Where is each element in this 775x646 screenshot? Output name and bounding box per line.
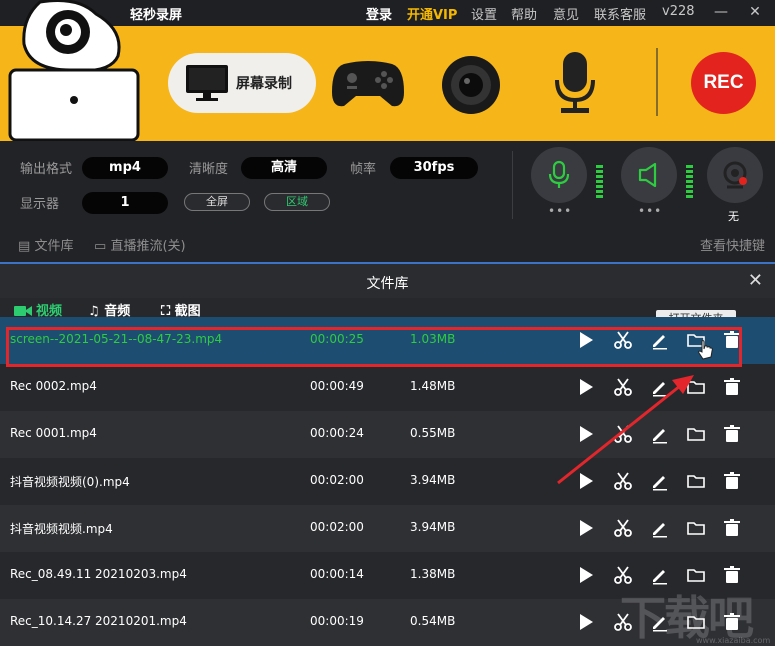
- file-name: Rec_10.14.27 20210201.mp4: [10, 614, 187, 628]
- edit-icon[interactable]: [650, 377, 670, 397]
- speaker-icon: [638, 162, 657, 188]
- camera-none-label: 无: [728, 210, 739, 223]
- table-row[interactable]: 抖音视频视频.mp4 00:02:00 3.94MB: [0, 505, 775, 552]
- gamepad-icon[interactable]: [330, 58, 406, 110]
- speaker-more-icon[interactable]: •••: [638, 204, 662, 218]
- file-library-icon: ▤: [18, 239, 31, 254]
- folder-icon[interactable]: [686, 424, 706, 444]
- file-size: 0.55MB: [410, 426, 456, 440]
- feedback-link[interactable]: 意见: [553, 4, 579, 23]
- file-duration: 00:00:14: [310, 567, 364, 581]
- file-name: Rec 0001.mp4: [10, 426, 97, 440]
- mic-more-icon[interactable]: •••: [548, 204, 572, 218]
- play-icon[interactable]: [576, 518, 596, 538]
- support-link[interactable]: 联系客服: [594, 4, 646, 23]
- help-link[interactable]: 帮助: [511, 4, 537, 23]
- play-icon[interactable]: [576, 471, 596, 491]
- file-size: 3.94MB: [410, 473, 456, 487]
- file-duration: 00:02:00: [310, 520, 364, 534]
- minimize-icon[interactable]: —: [710, 2, 732, 22]
- settings-link[interactable]: 设置: [471, 4, 497, 23]
- table-row[interactable]: Rec 0002.mp4 00:00:49 1.48MB: [0, 364, 775, 411]
- quality-select[interactable]: 高清: [241, 157, 327, 179]
- scissors-icon[interactable]: [613, 471, 633, 491]
- settings-panel: 输出格式 mp4 清晰度 高清 帧率 30fps 显示器 1 全屏 区域 •••…: [0, 141, 775, 226]
- speaker-toggle-button[interactable]: [621, 147, 677, 203]
- fullscreen-button[interactable]: 全屏: [184, 193, 250, 211]
- mic-toggle-button[interactable]: [531, 147, 587, 203]
- file-size: 1.48MB: [410, 379, 456, 393]
- region-button[interactable]: 区域: [264, 193, 330, 211]
- folder-icon[interactable]: [686, 377, 706, 397]
- file-size: 3.94MB: [410, 520, 456, 534]
- annotation-highlight: [6, 327, 742, 367]
- livestream-label: 直播推流(关): [110, 239, 186, 254]
- settings-divider: [512, 151, 513, 219]
- edit-icon[interactable]: [650, 471, 670, 491]
- scissors-icon[interactable]: [613, 377, 633, 397]
- edit-icon[interactable]: [650, 424, 670, 444]
- library-title: 文件库: [366, 276, 409, 292]
- table-row[interactable]: Rec 0001.mp4 00:00:24 0.55MB: [0, 411, 775, 458]
- sub-nav: ▤ 文件库 ▭ 直播推流(关) 查看快捷键: [0, 226, 775, 262]
- file-duration: 00:00:49: [310, 379, 364, 393]
- vip-link[interactable]: 开通VIP: [407, 4, 457, 23]
- login-link[interactable]: 登录: [366, 4, 392, 23]
- play-icon[interactable]: [576, 377, 596, 397]
- rec-button[interactable]: REC: [691, 52, 756, 114]
- trash-icon[interactable]: [722, 424, 742, 444]
- mascot-logo: [8, 0, 140, 141]
- folder-icon[interactable]: [686, 518, 706, 538]
- mic-small-icon: [548, 160, 570, 188]
- trash-icon[interactable]: [722, 377, 742, 397]
- folder-icon[interactable]: [686, 471, 706, 491]
- play-icon[interactable]: [576, 612, 596, 632]
- file-name: 抖音视频视频.mp4: [10, 522, 113, 536]
- webcam-toggle-button[interactable]: [707, 147, 763, 203]
- close-icon[interactable]: ✕: [748, 270, 763, 291]
- speaker-level-meter: [686, 165, 693, 200]
- play-icon[interactable]: [576, 424, 596, 444]
- fps-select[interactable]: 30fps: [390, 157, 478, 179]
- mic-level-meter: [596, 165, 603, 200]
- camera-icon[interactable]: [440, 54, 502, 116]
- file-library-tab[interactable]: ▤ 文件库: [18, 235, 73, 254]
- screen-record-button[interactable]: 屏幕录制: [168, 53, 316, 113]
- format-label: 输出格式: [20, 162, 73, 177]
- tv-icon: ▭: [94, 239, 107, 254]
- close-window-icon[interactable]: ✕: [744, 2, 766, 22]
- library-header: 文件库 ✕: [0, 262, 775, 298]
- table-row[interactable]: 抖音视频视频(0).mp4 00:02:00 3.94MB: [0, 458, 775, 505]
- microphone-icon[interactable]: [551, 50, 599, 116]
- shortcuts-link[interactable]: 查看快捷键: [700, 235, 765, 254]
- file-name: Rec_08.49.11 20210203.mp4: [10, 567, 187, 581]
- monitor-icon: [186, 65, 228, 101]
- scissors-icon[interactable]: [613, 424, 633, 444]
- file-library-label: 文件库: [34, 239, 74, 254]
- play-icon[interactable]: [576, 565, 596, 585]
- file-size: 1.38MB: [410, 567, 456, 581]
- trash-icon[interactable]: [722, 518, 742, 538]
- file-duration: 00:00:19: [310, 614, 364, 628]
- fps-label: 帧率: [350, 162, 377, 177]
- file-name: Rec 0002.mp4: [10, 379, 97, 393]
- format-select[interactable]: mp4: [82, 157, 168, 179]
- trash-icon[interactable]: [722, 471, 742, 491]
- video-icon: [14, 306, 32, 316]
- toolbar-divider: [656, 48, 658, 116]
- watermark-url: www.xiazaiba.com: [696, 636, 771, 645]
- display-select[interactable]: 1: [82, 192, 168, 214]
- file-name: 抖音视频视频(0).mp4: [10, 475, 130, 489]
- livestream-tab[interactable]: ▭ 直播推流(关): [94, 235, 186, 254]
- version-label: v228: [662, 4, 695, 19]
- quality-label: 清晰度: [189, 162, 229, 177]
- edit-icon[interactable]: [650, 518, 670, 538]
- webcam-icon: [723, 161, 747, 189]
- display-label: 显示器: [20, 197, 60, 212]
- scissors-icon[interactable]: [613, 518, 633, 538]
- file-duration: 00:00:24: [310, 426, 364, 440]
- file-size: 0.54MB: [410, 614, 456, 628]
- file-duration: 00:02:00: [310, 473, 364, 487]
- screen-record-label: 屏幕录制: [236, 76, 292, 92]
